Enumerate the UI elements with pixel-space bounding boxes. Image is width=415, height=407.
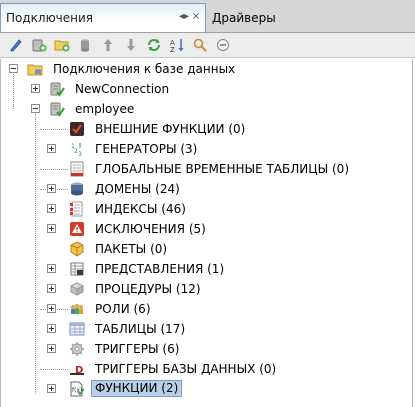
generators-icon: 123: [69, 141, 85, 157]
indexes-icon: [69, 201, 85, 217]
tree-item-label: ИСКЛЮЧЕНИЯ (5): [95, 222, 206, 236]
tree-item-indexes[interactable]: ИНДЕКСЫ (46): [1, 199, 412, 219]
svg-text:Z: Z: [170, 46, 175, 53]
functions-icon: f(x): [69, 381, 85, 397]
db-triggers-icon: D: [69, 361, 85, 377]
tab-connections[interactable]: Подключения ◂▸ ×: [0, 3, 206, 32]
tree-connection-newconnection[interactable]: NewConnection: [1, 79, 412, 99]
exceptions-icon: [69, 221, 85, 237]
tree-item-packages[interactable]: ПАКЕТЫ (0): [1, 239, 412, 259]
tree-item-exceptions[interactable]: ИСКЛЮЧЕНИЯ (5): [1, 219, 412, 239]
collapse-toggle[interactable]: [31, 104, 40, 113]
new-folder-icon[interactable]: [52, 36, 71, 55]
tree-item-label: ГЛОБАЛЬНЫЕ ВРЕМЕННЫЕ ТАБЛИЦЫ (0): [95, 162, 349, 176]
tree-item-label: РОЛИ (6): [95, 302, 151, 316]
tree-item-external-functions[interactable]: ВНЕШНИЕ ФУНКЦИИ (0): [1, 119, 412, 139]
tab-drivers[interactable]: Драйверы: [207, 3, 415, 32]
expand-toggle[interactable]: [47, 204, 56, 213]
collapse-toggle[interactable]: [9, 64, 18, 73]
edit-pen-icon[interactable]: [6, 36, 25, 55]
tree-item-label: ПРОЦЕДУРЫ (12): [95, 282, 201, 296]
tree-root-label: Подключения к базе данных: [53, 62, 236, 76]
new-connection-icon[interactable]: [29, 36, 48, 55]
search-icon[interactable]: [190, 36, 209, 55]
refresh-icon[interactable]: [144, 36, 163, 55]
move-down-icon[interactable]: [121, 36, 140, 55]
roles-icon: [69, 301, 85, 317]
procedures-icon: [69, 281, 85, 297]
expand-toggle[interactable]: [47, 304, 56, 313]
tree-connection-employee[interactable]: employee: [1, 99, 412, 119]
tree-item-functions[interactable]: f(x) ФУНКЦИИ (2): [1, 379, 412, 399]
tree-item-procedures[interactable]: ПРОЦЕДУРЫ (12): [1, 279, 412, 299]
external-functions-icon: [69, 121, 85, 137]
move-up-icon[interactable]: [98, 36, 117, 55]
tree-item-views[interactable]: ПРЕДСТАВЛЕНИЯ (1): [1, 259, 412, 279]
tree-connection-label: employee: [75, 102, 135, 116]
expand-toggle[interactable]: [31, 84, 40, 93]
tree-item-label: ТРИГГЕРЫ БАЗЫ ДАННЫХ (0): [95, 362, 277, 376]
tree-item-domains[interactable]: ДОМЕНЫ (24): [1, 179, 412, 199]
tree-item-label: ТАБЛИЦЫ (17): [95, 322, 186, 336]
domains-icon: [69, 181, 85, 197]
expand-toggle[interactable]: [47, 144, 56, 153]
expand-toggle[interactable]: [47, 284, 56, 293]
tree-item-global-temp-tables[interactable]: ГЛОБАЛЬНЫЕ ВРЕМЕННЫЕ ТАБЛИЦЫ (0): [1, 159, 412, 179]
tree-item-label: ИНДЕКСЫ (46): [95, 202, 186, 216]
connection-ok-icon: [49, 81, 65, 97]
tree-item-label: ДОМЕНЫ (24): [95, 182, 180, 196]
tree-item-label: ТРИГГЕРЫ (6): [95, 342, 180, 356]
global-temp-tables-icon: [69, 161, 85, 177]
tables-icon: [69, 321, 85, 337]
tree-item-label: ПРЕДСТАВЛЕНИЯ (1): [95, 262, 225, 276]
expand-toggle[interactable]: [47, 344, 56, 353]
tree-item-roles[interactable]: РОЛИ (6): [1, 299, 412, 319]
database-icon[interactable]: [75, 36, 94, 55]
triggers-icon: [69, 341, 85, 357]
tree-item-triggers[interactable]: ТРИГГЕРЫ (6): [1, 339, 412, 359]
expand-toggle[interactable]: [47, 324, 56, 333]
tree-connection-label: NewConnection: [75, 82, 170, 96]
expand-toggle[interactable]: [47, 224, 56, 233]
tree-item-label: ПАКЕТЫ (0): [95, 242, 168, 256]
packages-icon: [69, 241, 85, 257]
minimize-icon[interactable]: ◂▸: [179, 11, 189, 22]
connection-ok-icon: [49, 101, 65, 117]
expand-toggle[interactable]: [47, 384, 56, 393]
tab-drivers-label: Драйверы: [212, 10, 276, 25]
tree-item-label: ВНЕШНИЕ ФУНКЦИИ (0): [95, 122, 246, 136]
connections-tree: Подключения к базе данных NewConnection …: [0, 59, 413, 407]
tab-controls: ◂▸ ×: [179, 11, 201, 22]
toolbar: AZ: [0, 33, 415, 58]
tree-item-label: ГЕНЕРАТОРЫ (3): [95, 142, 198, 156]
views-icon: [69, 261, 85, 277]
tree-item-label: ФУНКЦИИ (2): [91, 380, 183, 397]
expand-toggle[interactable]: [47, 264, 56, 273]
tree-item-tables[interactable]: ТАБЛИЦЫ (17): [1, 319, 412, 339]
close-icon[interactable]: ×: [191, 11, 201, 22]
svg-text:3: 3: [78, 151, 82, 157]
svg-text:D: D: [75, 365, 83, 376]
tree-item-generators[interactable]: 123 ГЕНЕРАТОРЫ (3): [1, 139, 412, 159]
collapse-icon[interactable]: [213, 36, 232, 55]
tab-bar: Подключения ◂▸ × Драйверы: [0, 0, 415, 33]
sort-icon[interactable]: AZ: [167, 36, 186, 55]
folder-db-icon: [27, 61, 43, 77]
tab-connections-label: Подключения: [6, 11, 94, 25]
tree-item-db-triggers[interactable]: D ТРИГГЕРЫ БАЗЫ ДАННЫХ (0): [1, 359, 412, 379]
expand-toggle[interactable]: [47, 184, 56, 193]
tree-root-row[interactable]: Подключения к базе данных: [1, 59, 412, 79]
